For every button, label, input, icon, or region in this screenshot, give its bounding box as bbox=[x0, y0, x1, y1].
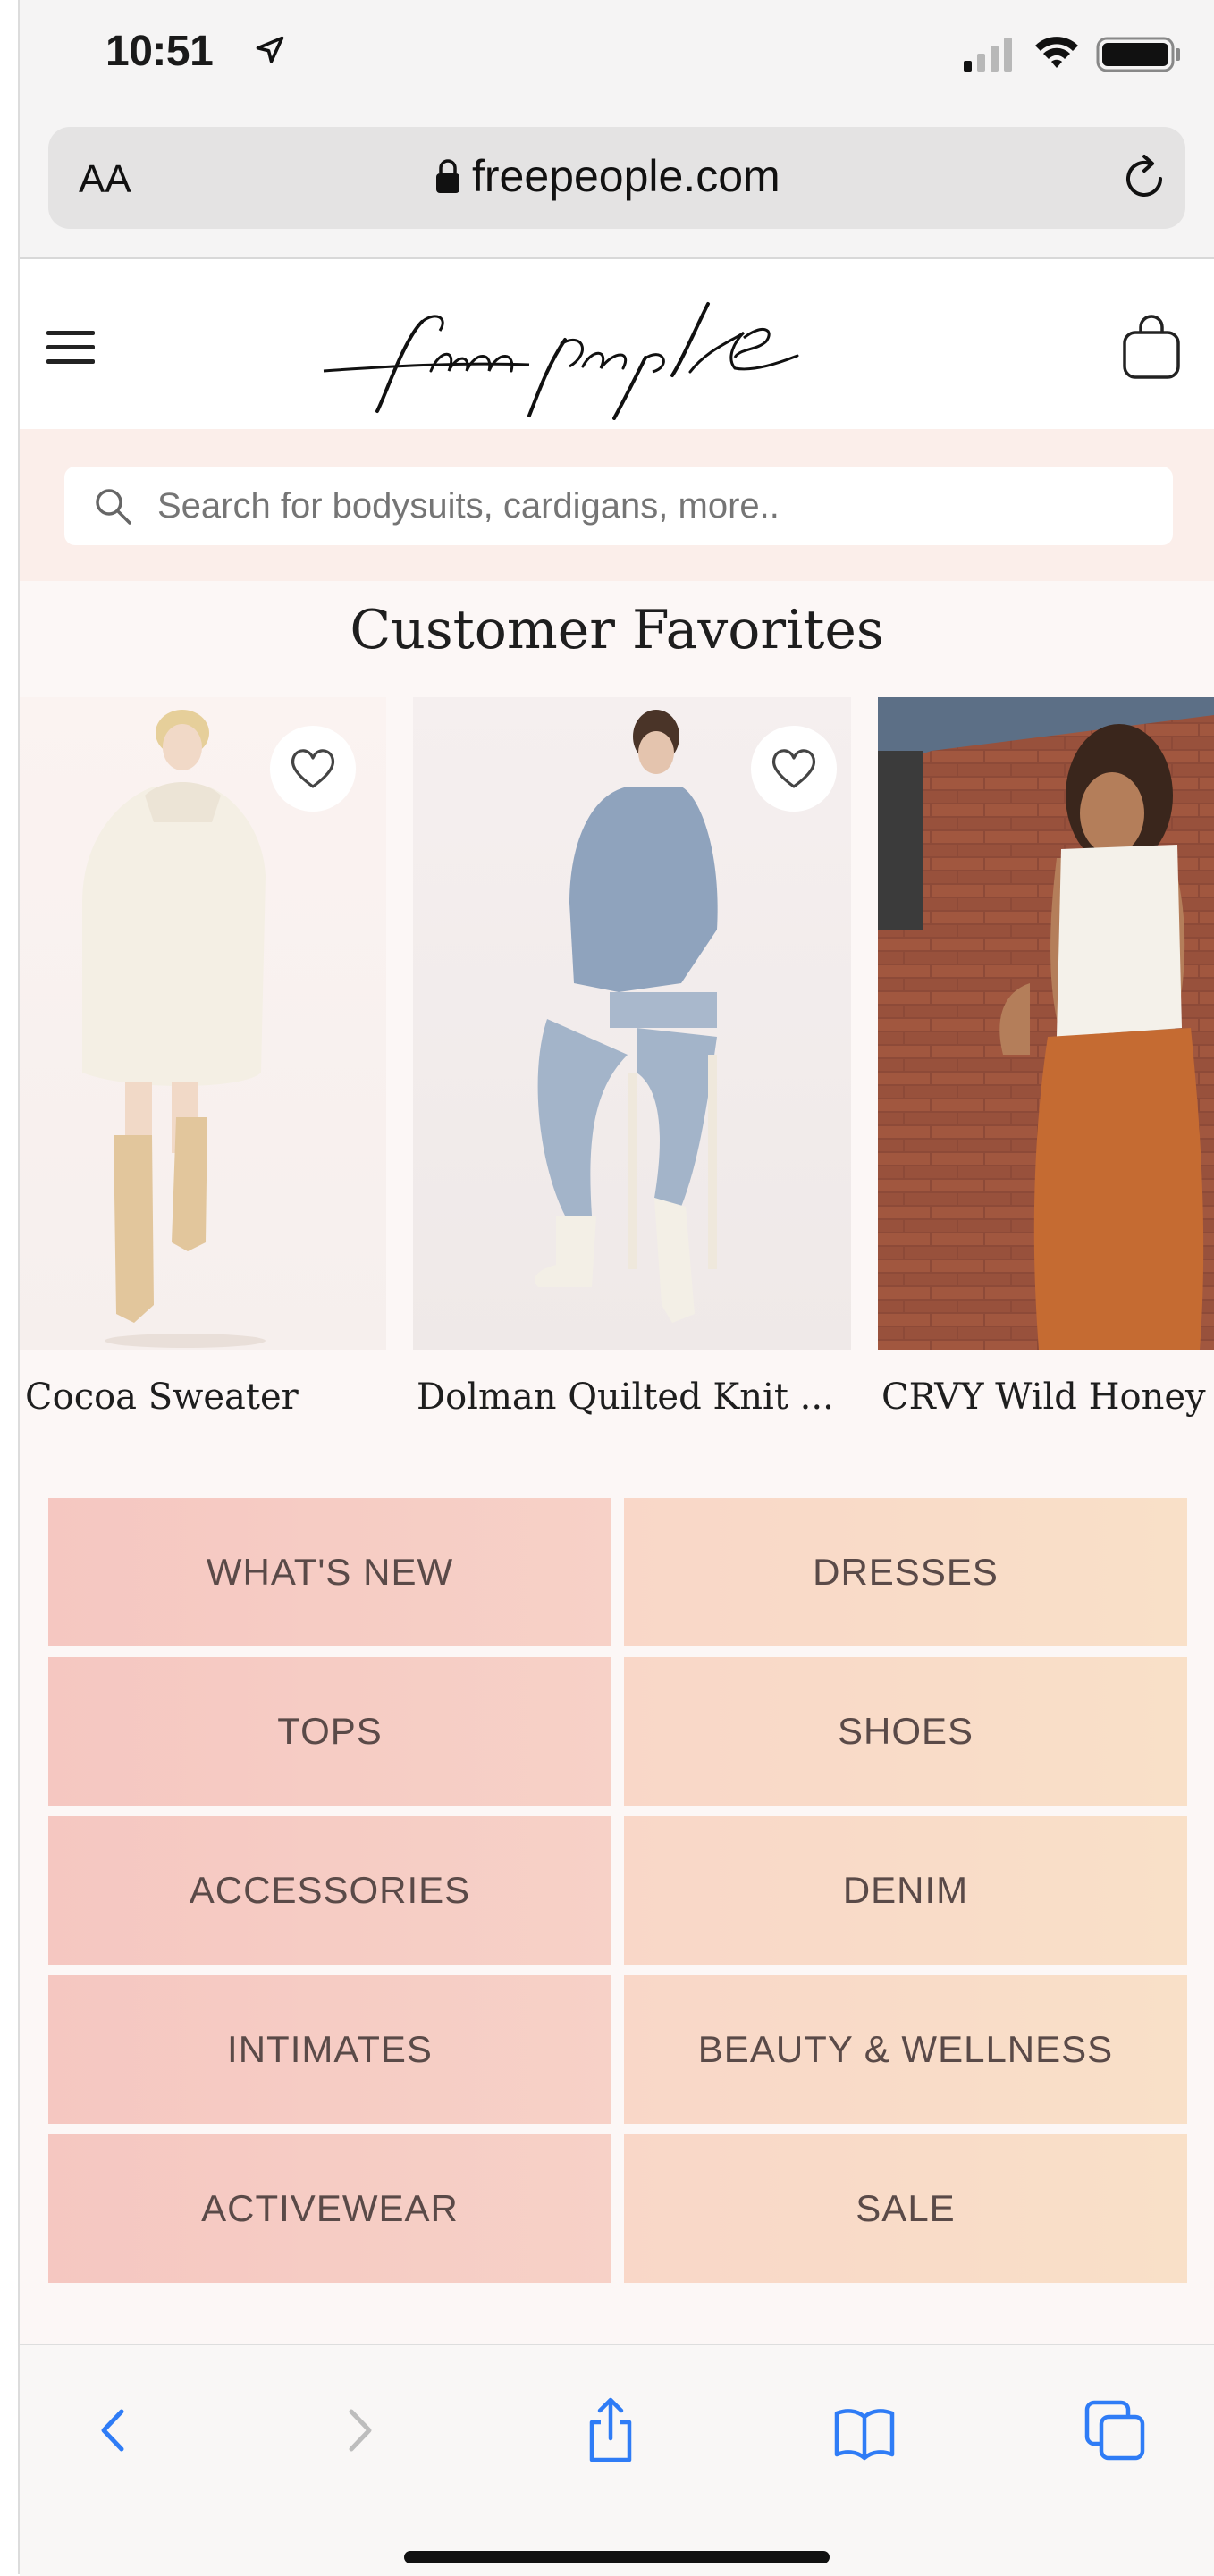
category-whats-new[interactable]: WHAT'S NEW bbox=[48, 1498, 611, 1646]
signal-icon bbox=[964, 38, 1012, 72]
forward-icon[interactable] bbox=[328, 2397, 391, 2463]
search-icon bbox=[96, 489, 131, 525]
product-name[interactable]: CRVY Wild Honey bbox=[881, 1376, 1206, 1418]
url-domain: freepeople.com bbox=[472, 151, 780, 201]
share-icon[interactable] bbox=[579, 2397, 642, 2463]
category-sale[interactable]: SALE bbox=[624, 2134, 1187, 2283]
favorite-button[interactable] bbox=[270, 726, 356, 812]
search-box[interactable] bbox=[64, 467, 1173, 545]
category-accessories[interactable]: ACCESSORIES bbox=[48, 1816, 611, 1965]
address-bar[interactable]: AA freepeople.com bbox=[48, 127, 1185, 229]
category-dresses[interactable]: DRESSES bbox=[624, 1498, 1187, 1646]
category-intimates[interactable]: INTIMATES bbox=[48, 1975, 611, 2124]
bookmarks-icon[interactable] bbox=[833, 2397, 896, 2463]
tabs-icon[interactable] bbox=[1083, 2397, 1146, 2463]
product-card[interactable] bbox=[413, 697, 851, 1350]
heart-icon bbox=[291, 749, 335, 788]
wifi-icon bbox=[1035, 37, 1078, 68]
main-content: Customer Favorites Cocoa Sweater Dolman … bbox=[20, 581, 1214, 2344]
free-people-logo[interactable] bbox=[315, 286, 851, 420]
browser-bottom-toolbar bbox=[20, 2344, 1214, 2576]
browser-toolbar: AA freepeople.com bbox=[20, 114, 1214, 259]
heart-icon bbox=[771, 749, 816, 788]
product-card[interactable] bbox=[20, 697, 386, 1350]
site-header bbox=[20, 259, 1214, 429]
status-time: 10:51 bbox=[105, 28, 214, 75]
category-tops[interactable]: TOPS bbox=[48, 1657, 611, 1806]
product-name[interactable]: Dolman Quilted Knit ... bbox=[417, 1376, 834, 1418]
category-denim[interactable]: DENIM bbox=[624, 1816, 1187, 1965]
category-activewear[interactable]: ACTIVEWEAR bbox=[48, 2134, 611, 2283]
lock-icon bbox=[436, 159, 459, 193]
back-icon[interactable] bbox=[82, 2397, 145, 2463]
category-beauty-wellness[interactable]: BEAUTY & WELLNESS bbox=[624, 1975, 1187, 2124]
product-card[interactable] bbox=[878, 697, 1214, 1350]
search-band bbox=[20, 429, 1214, 581]
bag-icon[interactable] bbox=[1119, 313, 1184, 381]
search-input[interactable] bbox=[157, 467, 1141, 545]
reload-icon[interactable] bbox=[1119, 152, 1169, 204]
location-arrow-icon bbox=[256, 36, 284, 63]
status-bar: 10:51 bbox=[20, 0, 1214, 114]
product-image bbox=[878, 697, 1214, 1350]
favorite-button[interactable] bbox=[751, 726, 837, 812]
category-shoes[interactable]: SHOES bbox=[624, 1657, 1187, 1806]
battery-icon bbox=[1096, 37, 1180, 72]
menu-icon[interactable] bbox=[46, 327, 95, 366]
text-size-button[interactable]: AA bbox=[79, 157, 131, 202]
home-indicator bbox=[404, 2551, 830, 2563]
product-name[interactable]: Cocoa Sweater bbox=[25, 1376, 299, 1418]
section-title: Customer Favorites bbox=[350, 599, 884, 661]
